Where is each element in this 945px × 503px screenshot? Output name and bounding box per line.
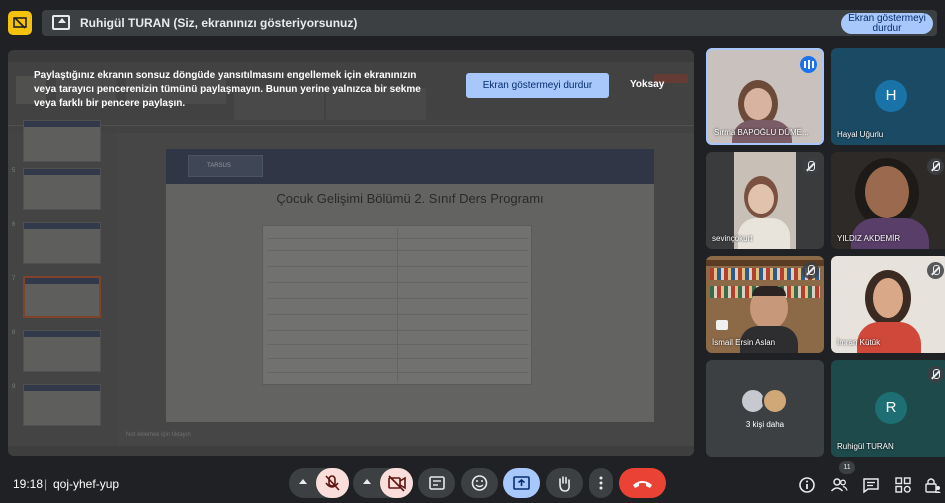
captions-button[interactable] bbox=[418, 468, 455, 498]
hang-up-icon bbox=[633, 481, 652, 488]
raise-hand-button[interactable] bbox=[546, 468, 583, 498]
mic-off-icon bbox=[802, 262, 819, 279]
chevron-up-icon[interactable] bbox=[299, 479, 307, 484]
participant-name: Ruhigül TURAN bbox=[837, 442, 894, 451]
lock-person-icon bbox=[925, 478, 941, 493]
presentation-icon[interactable] bbox=[8, 11, 32, 35]
more-participants-tile[interactable]: 3 kişi daha bbox=[706, 360, 824, 457]
participant-name: Hayal Uğurlu bbox=[837, 130, 884, 139]
captions-icon bbox=[429, 476, 445, 490]
camera-control-group bbox=[353, 468, 413, 498]
more-options-button[interactable] bbox=[589, 468, 613, 498]
present-now-button[interactable] bbox=[503, 468, 540, 498]
presenting-status-text: Ruhigül TURAN (Siz, ekranınızı gösteriyo… bbox=[80, 16, 358, 30]
host-controls-button[interactable] bbox=[924, 476, 942, 494]
participant-tile[interactable]: Sırma BAPOĞLU DÜME... bbox=[706, 48, 824, 145]
camera-toggle-button[interactable] bbox=[380, 468, 413, 498]
participant-name: Sırma BAPOĞLU DÜME... bbox=[714, 128, 809, 137]
more-participants-label: 3 kişi daha bbox=[745, 420, 785, 429]
mic-control-group bbox=[289, 468, 349, 498]
participant-tile[interactable]: İmran Kütük bbox=[831, 256, 945, 353]
mic-off-icon bbox=[927, 366, 944, 383]
activities-icon bbox=[895, 477, 911, 493]
people-icon bbox=[830, 478, 848, 492]
info-icon bbox=[799, 477, 815, 493]
participant-name: sevinçokurt bbox=[712, 234, 753, 243]
chevron-up-icon[interactable] bbox=[363, 479, 371, 484]
top-bar: Ruhigül TURAN (Siz, ekranınızı gösteriyo… bbox=[0, 0, 945, 46]
dismiss-button[interactable]: Yoksay bbox=[630, 79, 664, 90]
participant-name: İmran Kütük bbox=[837, 338, 881, 347]
avatar bbox=[762, 388, 788, 414]
camera-off-icon bbox=[388, 475, 406, 492]
present-screen-icon bbox=[52, 15, 70, 30]
hand-icon bbox=[559, 476, 570, 492]
mic-off-icon bbox=[802, 158, 819, 175]
mic-off-icon bbox=[927, 158, 944, 175]
present-screen-icon bbox=[513, 476, 530, 490]
meeting-controls-bar: 19:18 | qoj-yhef-yup bbox=[0, 462, 945, 498]
participant-tile-self[interactable]: R Ruhigül TURAN bbox=[831, 360, 945, 457]
mic-off-icon bbox=[325, 475, 340, 491]
stop-presenting-button[interactable]: Ekran göstermeyi durdur bbox=[841, 13, 933, 34]
chat-icon bbox=[863, 478, 879, 494]
leave-call-button[interactable] bbox=[619, 468, 666, 498]
avatar: R bbox=[875, 392, 907, 424]
meeting-details-button[interactable] bbox=[798, 476, 816, 494]
participant-tile[interactable]: sevinçokurt bbox=[706, 152, 824, 249]
reactions-button[interactable] bbox=[461, 468, 498, 498]
emoji-icon bbox=[471, 475, 488, 491]
more-vert-icon bbox=[599, 476, 603, 490]
avatar: H bbox=[875, 80, 907, 112]
meeting-code: qoj-yhef-yup bbox=[53, 477, 120, 491]
mic-toggle-button[interactable] bbox=[316, 468, 349, 498]
separator: | bbox=[44, 477, 48, 491]
people-button[interactable] bbox=[830, 476, 848, 494]
participant-tile[interactable]: İsmail Ersin Aslan bbox=[706, 256, 824, 353]
participant-name: İsmail Ersin Aslan bbox=[712, 338, 776, 347]
stop-presenting-button-notice[interactable]: Ekran göstermeyi durdur bbox=[466, 73, 609, 98]
clock: 19:18 bbox=[13, 477, 44, 491]
activities-button[interactable] bbox=[894, 476, 912, 494]
presenting-banner: Ruhigül TURAN (Siz, ekranınızı gösteriyo… bbox=[42, 10, 937, 36]
mirror-warning-text: Paylaştığınız ekranın sonsuz döngüde yan… bbox=[34, 70, 421, 109]
chat-button[interactable] bbox=[862, 476, 880, 494]
participant-tile[interactable]: YILDIZ AKDEMİR bbox=[831, 152, 945, 249]
participant-tile[interactable]: H Hayal Uğurlu bbox=[831, 48, 945, 145]
mic-off-icon bbox=[927, 262, 944, 279]
speaking-indicator-icon bbox=[800, 56, 817, 73]
participant-name: YILDIZ AKDEMİR bbox=[837, 234, 901, 243]
people-count-badge: 11 bbox=[839, 461, 855, 474]
